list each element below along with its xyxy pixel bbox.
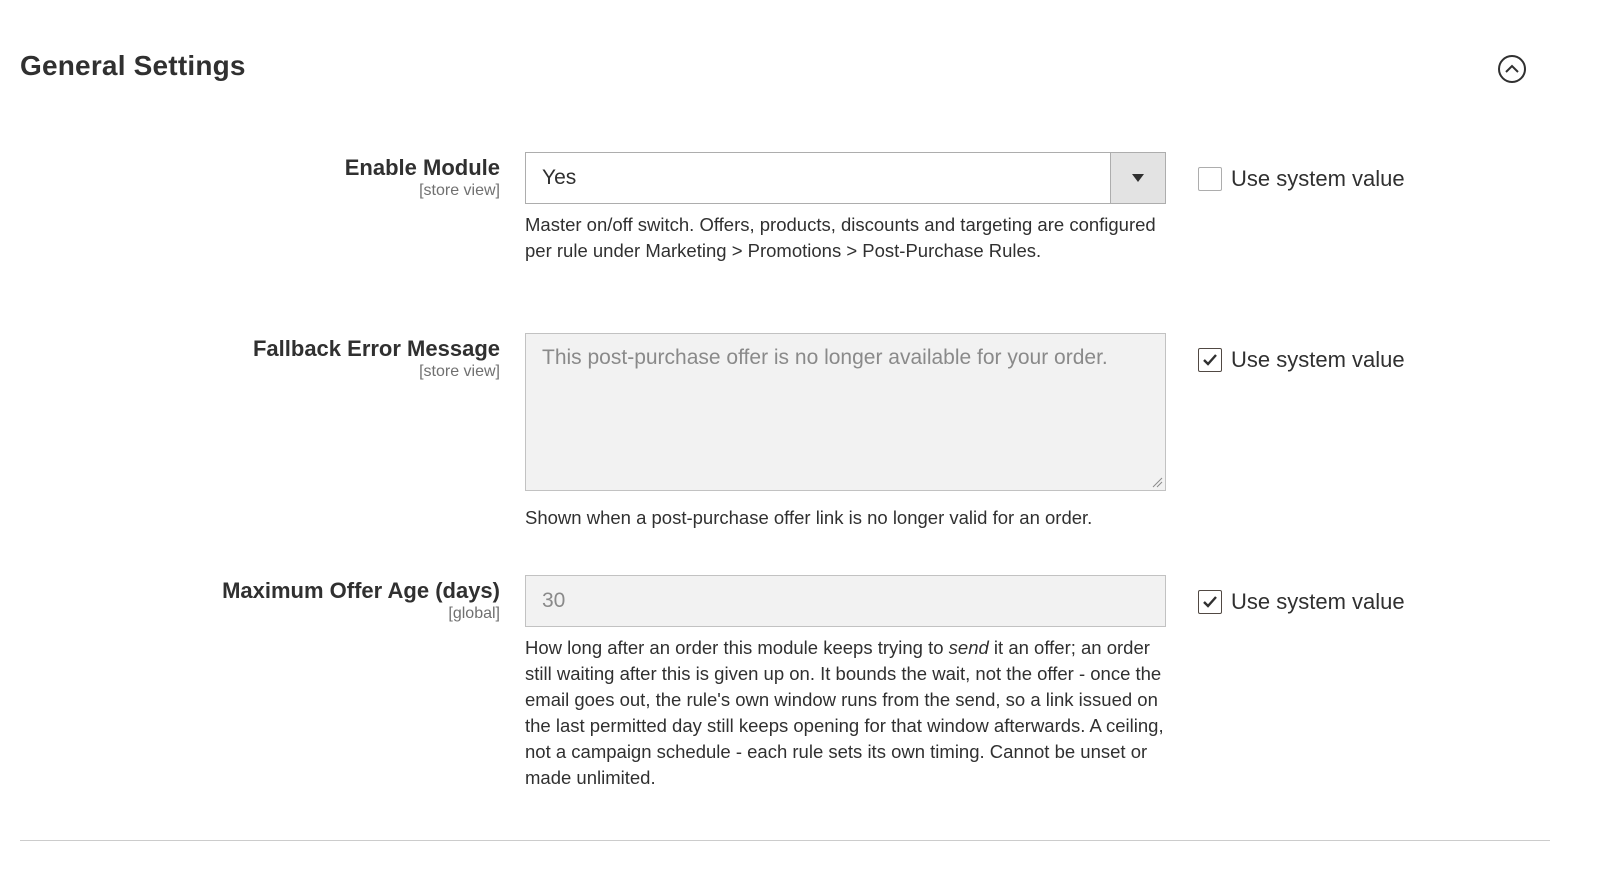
max-offer-age-note: How long after an order this module keep… — [525, 635, 1166, 791]
max-offer-age-note-part1: How long after an order this module keep… — [525, 637, 949, 658]
max-offer-age-use-system-checkbox[interactable] — [1198, 590, 1222, 614]
fallback-error-scope: [store view] — [419, 363, 500, 380]
enable-module-note: Master on/off switch. Offers, products, … — [525, 214, 1156, 261]
fallback-error-control: This post-purchase offer is no longer av… — [525, 333, 1166, 531]
enable-module-scope: [store view] — [419, 182, 500, 199]
resize-grip-icon[interactable] — [1151, 476, 1163, 488]
max-offer-age-control: 30 How long after an order this module k… — [525, 575, 1166, 791]
checkmark-icon — [1203, 354, 1217, 366]
fallback-error-label-group: Fallback Error Message [store view] — [253, 335, 500, 381]
chevron-up-icon — [1505, 64, 1519, 73]
enable-module-use-system-value[interactable]: Use system value — [1198, 166, 1405, 192]
max-offer-age-input[interactable]: 30 — [525, 575, 1166, 627]
dropdown-toggle[interactable] — [1110, 153, 1165, 203]
section-divider — [20, 840, 1550, 841]
collapse-section-button[interactable] — [1498, 55, 1526, 83]
fallback-error-note: Shown when a post-purchase offer link is… — [525, 507, 1093, 528]
fallback-error-textarea-value: This post-purchase offer is no longer av… — [542, 346, 1108, 369]
fallback-error-textarea[interactable]: This post-purchase offer is no longer av… — [525, 333, 1166, 491]
max-offer-age-use-system-value[interactable]: Use system value — [1198, 589, 1405, 615]
section-title: General Settings — [20, 50, 246, 81]
max-offer-age-label-group: Maximum Offer Age (days) [global] — [222, 577, 500, 623]
max-offer-age-scope: [global] — [448, 605, 500, 622]
fallback-error-use-system-checkbox[interactable] — [1198, 348, 1222, 372]
enable-module-label-group: Enable Module [store view] — [345, 154, 500, 200]
caret-down-icon — [1132, 174, 1144, 182]
max-offer-age-note-part2: it an offer; an order still waiting afte… — [525, 637, 1164, 788]
fallback-error-use-system-value[interactable]: Use system value — [1198, 347, 1405, 373]
enable-module-use-system-checkbox[interactable] — [1198, 167, 1222, 191]
enable-module-select[interactable]: Yes — [525, 152, 1166, 204]
max-offer-age-label: Maximum Offer Age (days) — [222, 578, 500, 603]
use-system-value-label: Use system value — [1231, 166, 1405, 191]
use-system-value-label: Use system value — [1231, 347, 1405, 372]
use-system-value-label: Use system value — [1231, 589, 1405, 614]
enable-module-select-value: Yes — [542, 166, 577, 189]
checkmark-icon — [1203, 596, 1217, 608]
enable-module-label: Enable Module — [344, 155, 500, 180]
fallback-error-label: Fallback Error Message — [252, 336, 500, 361]
max-offer-age-note-emphasis: send — [948, 637, 989, 658]
enable-module-control: Yes Master on/off switch. Offers, produc… — [525, 152, 1166, 264]
